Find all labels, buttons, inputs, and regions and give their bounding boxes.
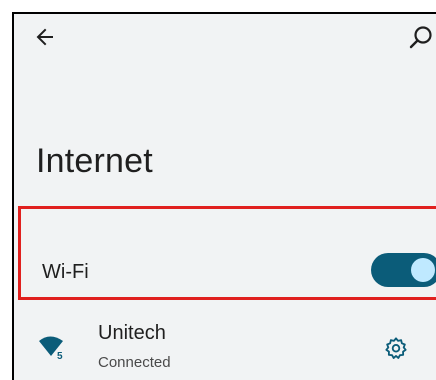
back-button[interactable]	[30, 22, 60, 52]
wifi-label: Wi-Fi	[42, 261, 89, 283]
settings-screen: Internet Wi-Fi 5 Unitech Connected	[14, 14, 436, 380]
wifi-toggle-switch[interactable]	[371, 253, 436, 287]
wifi-toggle-thumb	[411, 258, 435, 282]
page-title: Internet	[36, 142, 153, 180]
wifi-signal-badge: 5	[57, 351, 63, 360]
gear-icon[interactable]	[385, 337, 407, 359]
search-button[interactable]	[406, 22, 436, 52]
network-status: Connected	[98, 354, 171, 371]
wifi-signal-icon: 5	[39, 336, 63, 360]
wifi-toggle-row[interactable]: Wi-Fi	[18, 206, 436, 300]
network-list-item[interactable]: 5 Unitech Connected	[14, 310, 436, 380]
search-icon	[409, 26, 432, 49]
network-name: Unitech	[98, 322, 166, 344]
arrow-left-icon	[36, 28, 53, 46]
